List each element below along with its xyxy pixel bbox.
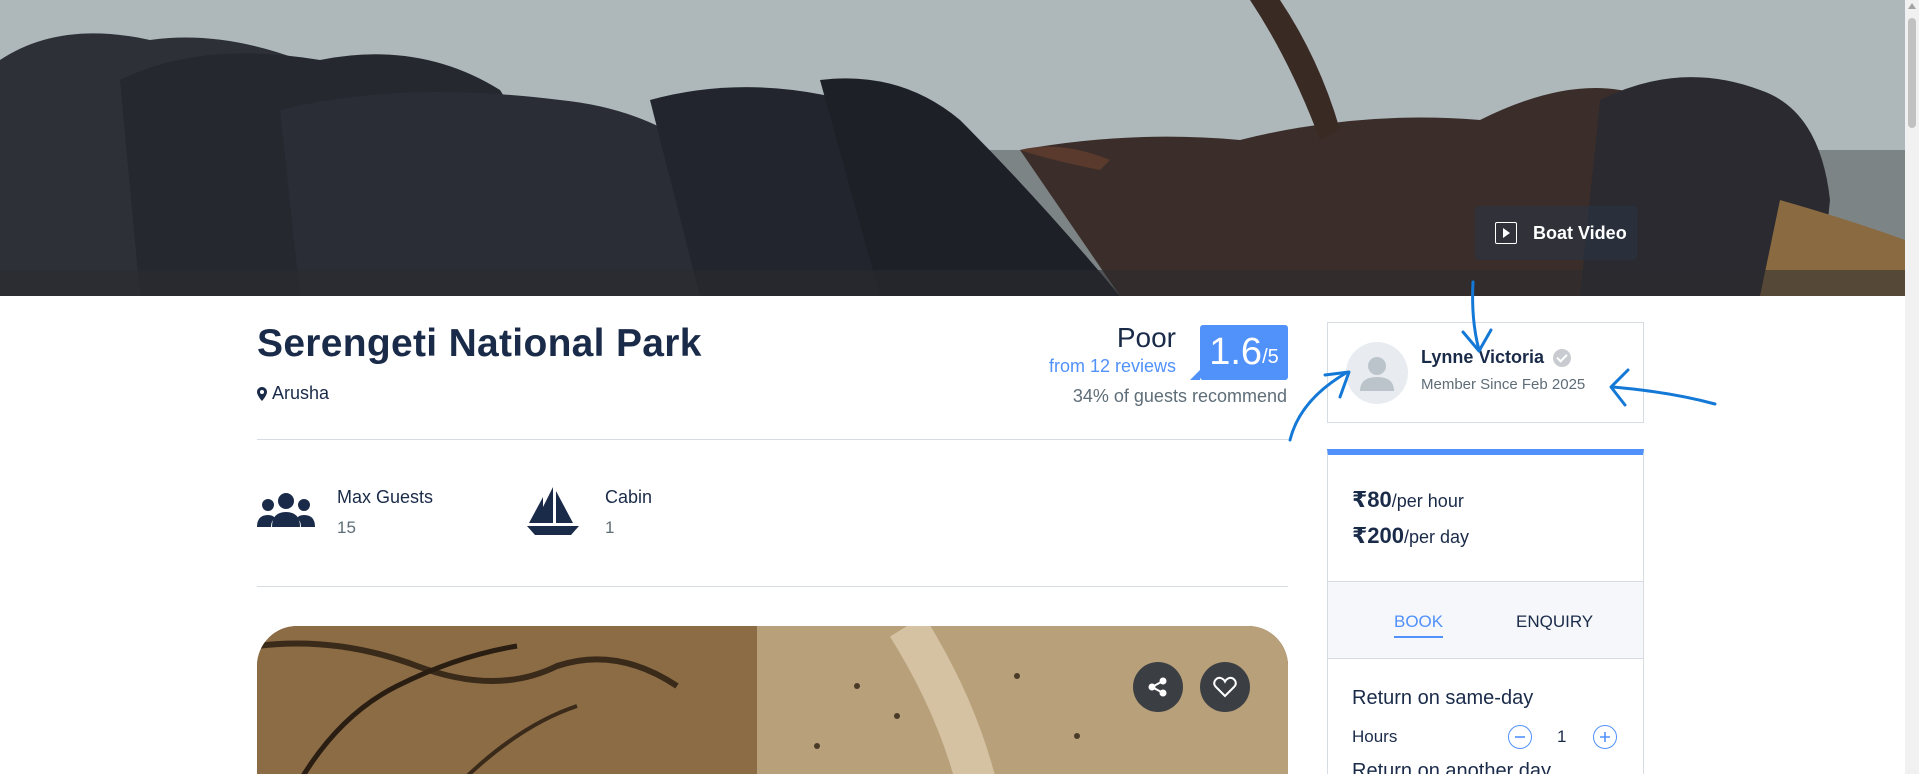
- booking-panel: ₹80/per hour ₹200/per day BOOK ENQUIRY R…: [1327, 449, 1644, 774]
- price-day-amount: ₹200: [1352, 523, 1405, 548]
- location-text: Arusha: [272, 383, 330, 403]
- share-icon: [1148, 677, 1167, 697]
- avatar-placeholder-icon: [1360, 357, 1394, 391]
- fact-value: 1: [605, 518, 615, 537]
- guests-icon: [257, 493, 315, 527]
- heart-icon: [1213, 676, 1237, 698]
- price-per-hour: ₹80/per hour: [1352, 487, 1464, 513]
- verified-icon: [1553, 348, 1572, 367]
- divider: [257, 586, 1288, 587]
- fact-label: Max Guests: [337, 487, 434, 507]
- owner-name[interactable]: Lynne Victoria: [1421, 347, 1572, 368]
- hero-image: Boat Video: [0, 0, 1905, 296]
- scroll-up-icon[interactable]: [1908, 3, 1916, 9]
- score-value: 1.6: [1209, 331, 1263, 373]
- member-since: Member Since Feb 2025: [1421, 376, 1586, 393]
- page-title: Serengeti National Park: [257, 322, 702, 365]
- avatar[interactable]: [1346, 342, 1408, 404]
- play-icon: [1495, 222, 1517, 244]
- fact-cabin: Cabin 1: [525, 485, 652, 538]
- score-badge: 1.6 /5: [1190, 325, 1288, 380]
- gallery-image[interactable]: [257, 626, 1288, 774]
- option-same-day[interactable]: Return on same-day: [1352, 687, 1533, 710]
- location: Arusha: [257, 383, 329, 404]
- booking-tabs: BOOK ENQUIRY: [1328, 581, 1643, 659]
- price-hour-unit: /per hour: [1391, 491, 1464, 511]
- fact-value: 15: [337, 518, 356, 537]
- hours-value: 1: [1557, 727, 1567, 746]
- sailboat-icon: [527, 487, 579, 535]
- page-scrollbar[interactable]: [1905, 0, 1919, 774]
- score-scale: /5: [1262, 346, 1279, 368]
- option-another-day[interactable]: Return on another day: [1352, 760, 1551, 774]
- fact-label: Cabin: [605, 487, 653, 507]
- hours-label: Hours: [1352, 727, 1398, 746]
- price-per-day: ₹200/per day: [1352, 523, 1469, 549]
- divider: [257, 439, 1288, 440]
- tab-book[interactable]: BOOK: [1394, 612, 1444, 638]
- map-pin-icon: [257, 386, 267, 401]
- owner-card: Lynne Victoria Member Since Feb 2025: [1327, 322, 1644, 423]
- minus-icon: [1515, 736, 1525, 738]
- owner-name-text: Lynne Victoria: [1421, 347, 1545, 367]
- hours-increment-button[interactable]: [1593, 725, 1617, 749]
- tab-enquiry[interactable]: ENQUIRY: [1516, 612, 1593, 632]
- boat-video-button[interactable]: Boat Video: [1475, 206, 1637, 260]
- price-day-unit: /per day: [1404, 527, 1470, 547]
- reviews-link[interactable]: from 12 reviews: [1049, 356, 1176, 377]
- fact-max-guests: Max Guests 15: [257, 485, 433, 538]
- scrollbar-thumb[interactable]: [1908, 18, 1916, 128]
- plus-icon: [1600, 732, 1610, 742]
- leopard-tree-photo: [257, 626, 1288, 774]
- hours-decrement-button[interactable]: [1508, 725, 1532, 749]
- recommend-text: 34% of guests recommend: [1072, 386, 1287, 406]
- favorite-button[interactable]: [1200, 662, 1250, 712]
- rating-word: Poor: [1116, 322, 1176, 353]
- share-button[interactable]: [1133, 662, 1183, 712]
- price-hour-amount: ₹80: [1352, 487, 1392, 512]
